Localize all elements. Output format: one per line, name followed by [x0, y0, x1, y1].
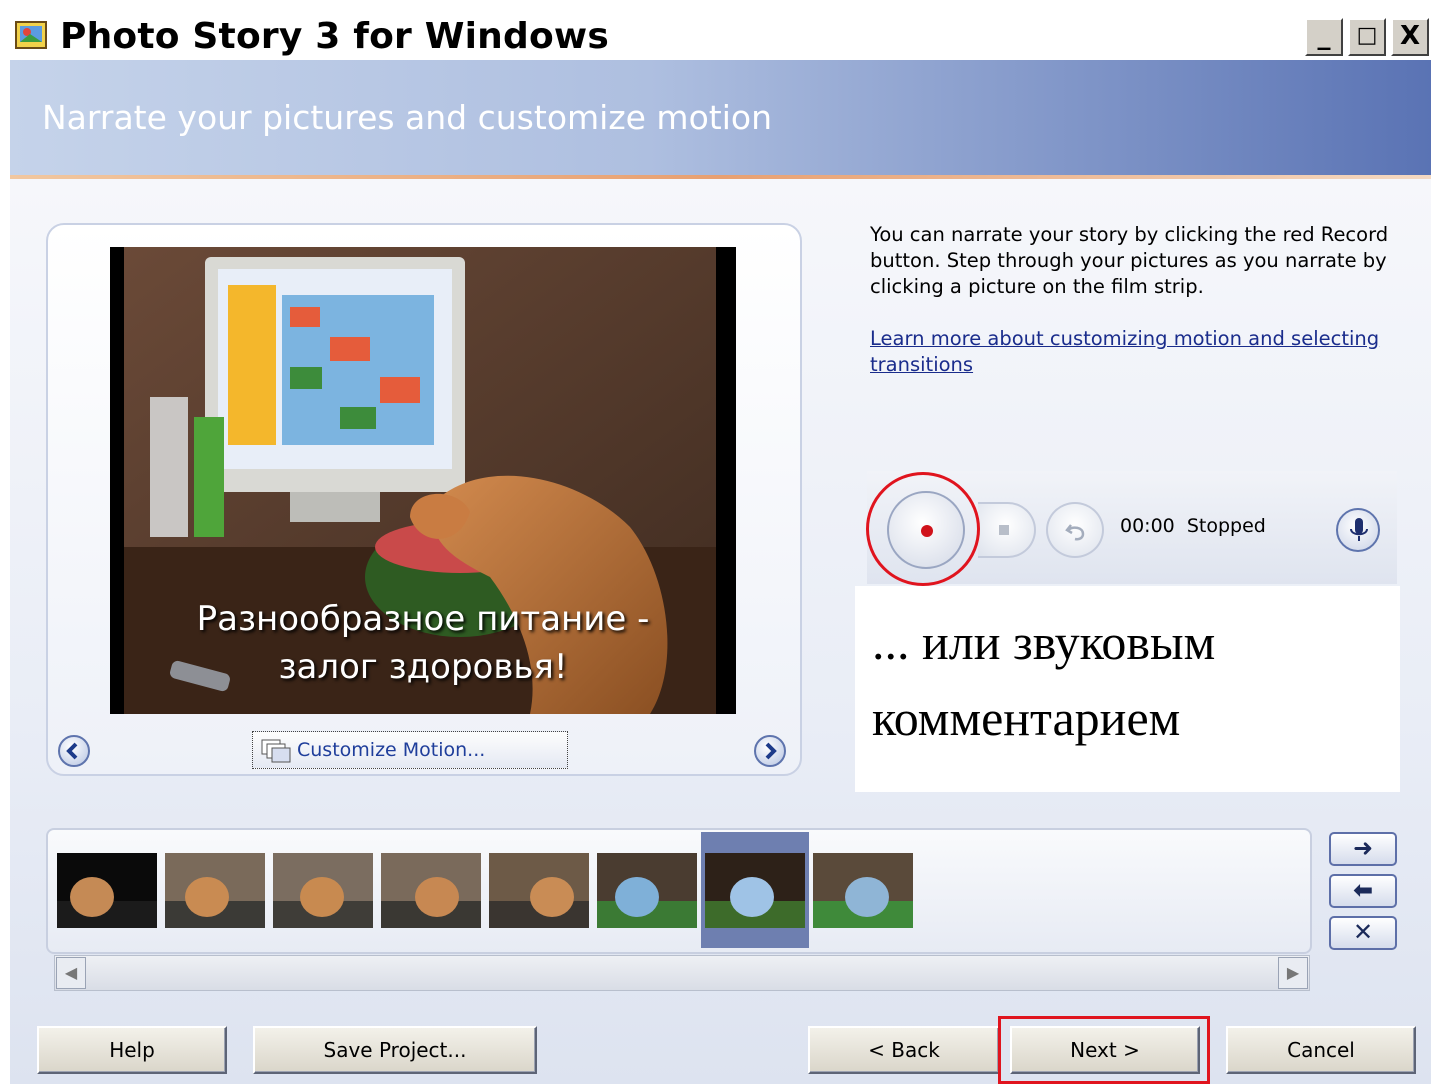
scroll-right-arrow[interactable]: ▶: [1278, 957, 1308, 989]
previous-picture-button[interactable]: [58, 735, 90, 767]
motion-frames-icon: [261, 739, 291, 763]
thumbnail-image: [705, 853, 805, 928]
narration-status: 00:00 Stopped: [1120, 515, 1266, 537]
customize-motion-button[interactable]: Customize Motion...: [252, 731, 568, 769]
filmstrip-thumbnail[interactable]: [597, 853, 697, 928]
minimize-button[interactable]: _: [1305, 18, 1343, 56]
photo-caption-line2: залог здоровья!: [278, 647, 568, 687]
preview-image[interactable]: Разнообразное питание - залог здоровья!: [110, 247, 736, 714]
undo-arrow-icon: [1065, 524, 1085, 541]
thumbnail-image: [273, 853, 373, 928]
next-highlight-frame: [998, 1016, 1210, 1084]
filmstrip-scrollbar[interactable]: [54, 955, 1310, 991]
cancel-button[interactable]: Cancel: [1226, 1026, 1416, 1074]
scroll-left-arrow[interactable]: ◀: [56, 957, 86, 989]
stop-square-icon: [999, 525, 1009, 535]
remove-picture-button[interactable]: ✕: [1329, 916, 1397, 950]
thumbnail-image: [489, 853, 589, 928]
move-left-button[interactable]: ⬅: [1329, 874, 1397, 908]
back-button[interactable]: < Back: [808, 1026, 1000, 1074]
annotation-text: ... или звуковым комментарием: [872, 604, 1215, 756]
filmstrip-thumbnail[interactable]: [813, 853, 913, 928]
thumbnail-image: [381, 853, 481, 928]
filmstrip-thumbnail[interactable]: [57, 853, 157, 928]
help-button[interactable]: Help: [37, 1026, 227, 1074]
thumbnail-image: [813, 853, 913, 928]
filmstrip-thumbnail[interactable]: [489, 853, 589, 928]
photo-story-app-icon: [15, 21, 47, 49]
filmstrip-thumbnail[interactable]: [165, 853, 265, 928]
save-project-button[interactable]: Save Project...: [253, 1026, 537, 1074]
photo-caption-line1: Разнообразное питание -: [196, 599, 650, 639]
filmstrip-thumbnail[interactable]: [273, 853, 373, 928]
window-title: Photo Story 3 for Windows: [60, 16, 609, 57]
learn-more-link[interactable]: Learn more about customizing motion and …: [870, 326, 1380, 378]
chevron-left-icon: [66, 742, 78, 760]
chevron-right-icon: [765, 742, 777, 760]
annotation-line1: ... или звуковым: [872, 614, 1216, 670]
narration-state: Stopped: [1186, 515, 1266, 537]
photo-caption: Разнообразное питание - залог здоровья!: [110, 595, 736, 691]
thumbnail-image: [165, 853, 265, 928]
microphone-settings-button[interactable]: [1336, 508, 1380, 552]
next-picture-button[interactable]: [754, 735, 786, 767]
record-highlight-circle: [866, 472, 980, 586]
customize-motion-label: Customize Motion...: [297, 739, 486, 761]
close-button[interactable]: X: [1391, 18, 1429, 56]
filmstrip-thumbnail[interactable]: [381, 853, 481, 928]
instructions-text: You can narrate your story by clicking t…: [870, 223, 1389, 298]
page-title: Narrate your pictures and customize moti…: [42, 98, 772, 137]
thumbnail-image: [597, 853, 697, 928]
move-right-button[interactable]: ➜: [1329, 832, 1397, 866]
microphone-icon: [1350, 518, 1368, 541]
maximize-button[interactable]: □: [1348, 18, 1386, 56]
stop-button[interactable]: [978, 502, 1036, 558]
filmstrip-thumbnail[interactable]: [705, 853, 805, 928]
narration-time: 00:00: [1120, 515, 1175, 537]
thumbnail-image: [57, 853, 157, 928]
annotation-line2: комментарием: [872, 690, 1181, 746]
undo-narration-button[interactable]: [1046, 502, 1104, 558]
